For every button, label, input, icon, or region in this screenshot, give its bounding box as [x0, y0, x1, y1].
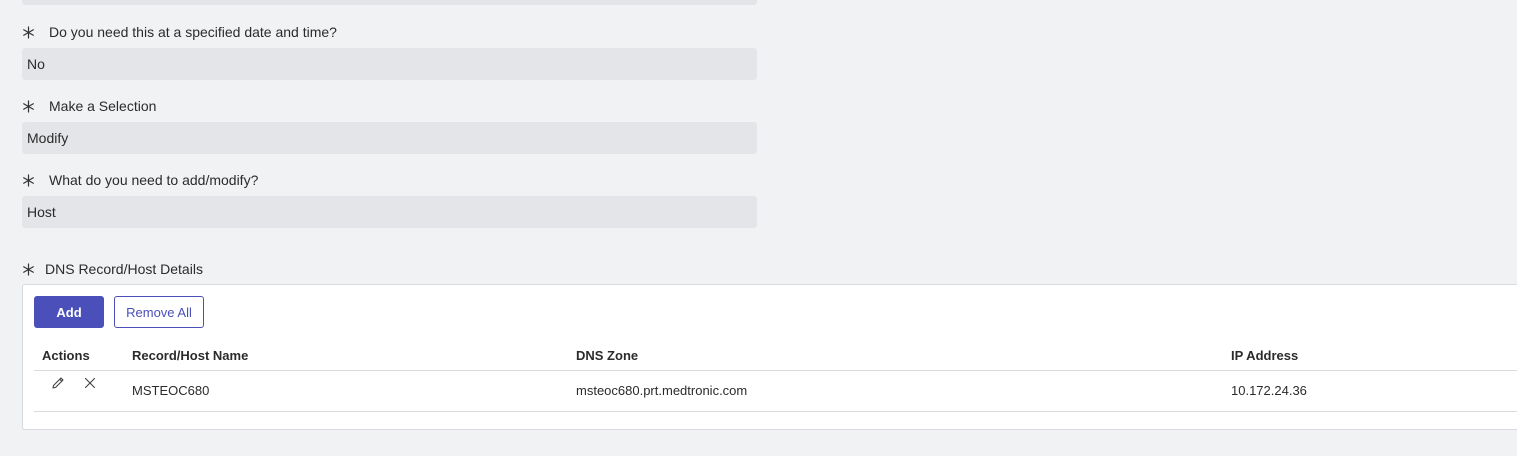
question-label: Make a Selection — [49, 98, 157, 114]
question-add-modify: What do you need to add/modify? Host — [22, 171, 757, 228]
record-host-name-cell: MSTEOC680 — [132, 383, 210, 398]
required-asterisk-icon — [22, 25, 35, 39]
answer-field: No — [22, 48, 757, 80]
table-row: MSTEOC680 msteoc680.prt.medtronic.com 10… — [34, 371, 1517, 412]
column-header-ip-address[interactable]: IP Address — [1231, 348, 1298, 363]
table-header: Actions Record/Host Name DNS Zone IP Add… — [34, 344, 1517, 371]
edit-icon[interactable] — [50, 375, 66, 391]
dns-details-title: DNS Record/Host Details — [45, 261, 203, 277]
required-asterisk-icon — [22, 99, 35, 113]
previous-field-value — [22, 0, 757, 5]
question-make-selection: Make a Selection Modify — [22, 97, 757, 154]
dns-details-panel: Add Remove All Actions Record/Host Name … — [22, 284, 1517, 430]
dns-zone-cell: msteoc680.prt.medtronic.com — [576, 383, 748, 398]
question-label: What do you need to add/modify? — [49, 172, 259, 188]
add-button[interactable]: Add — [34, 296, 104, 328]
question-label: Do you need this at a specified date and… — [49, 24, 337, 40]
column-header-record-host-name[interactable]: Record/Host Name — [132, 348, 248, 363]
column-header-actions[interactable]: Actions — [42, 348, 90, 363]
required-asterisk-icon — [22, 262, 35, 276]
ip-address-cell: 10.172.24.36 — [1231, 383, 1307, 398]
answer-field: Host — [22, 196, 757, 228]
remove-all-button[interactable]: Remove All — [114, 296, 204, 328]
answer-field: Modify — [22, 122, 757, 154]
delete-icon[interactable] — [82, 375, 98, 391]
dns-details-label: DNS Record/Host Details — [22, 260, 203, 278]
column-header-dns-zone[interactable]: DNS Zone — [576, 348, 638, 363]
dns-records-table: Actions Record/Host Name DNS Zone IP Add… — [34, 344, 1517, 412]
question-specified-date-time: Do you need this at a specified date and… — [22, 23, 757, 80]
required-asterisk-icon — [22, 173, 35, 187]
